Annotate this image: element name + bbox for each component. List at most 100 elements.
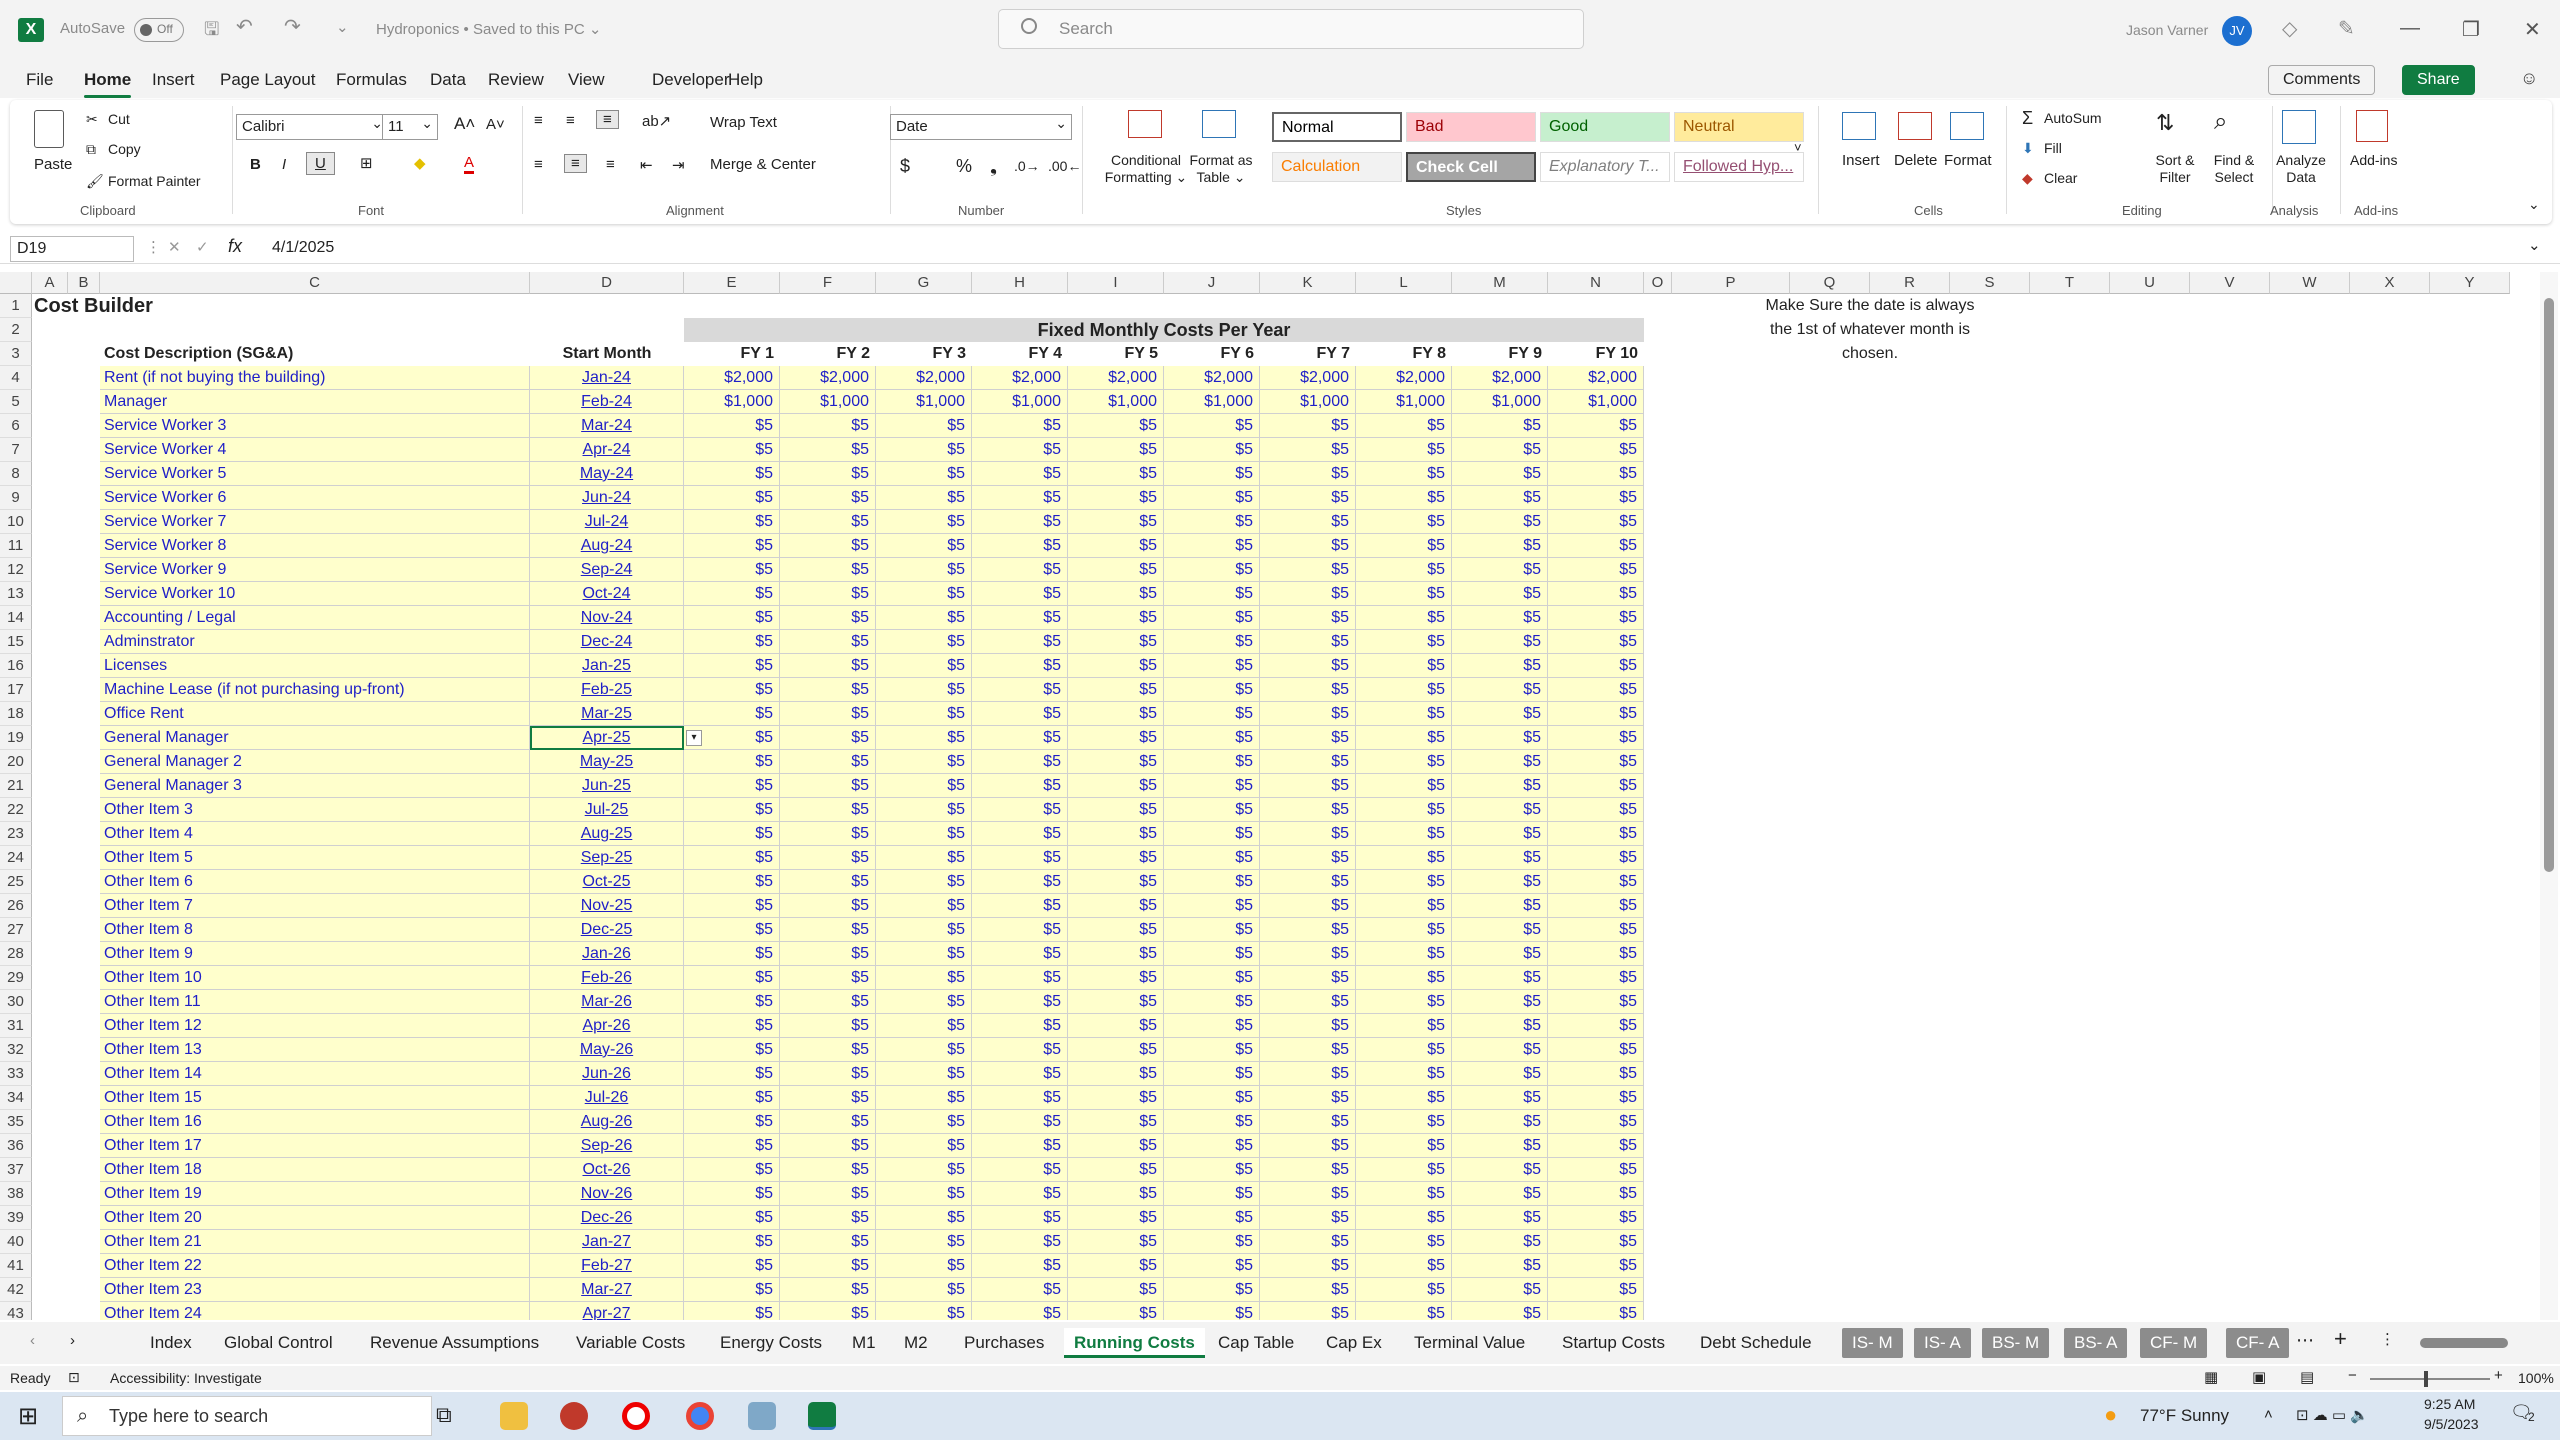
sheet-tab-cf-m[interactable]: CF- M — [2140, 1328, 2208, 1358]
fy-value-cell[interactable]: $5 — [972, 606, 1068, 630]
fy-value-cell[interactable]: $5 — [684, 438, 780, 462]
fy-value-cell[interactable]: $5 — [1356, 1182, 1452, 1206]
undo-icon[interactable]: ↶ — [236, 14, 253, 39]
fy-value-cell[interactable]: $5 — [876, 702, 972, 726]
start-month-cell[interactable]: Dec-24 — [530, 630, 684, 654]
cost-description-cell[interactable]: Other Item 10 — [100, 966, 530, 990]
fy-value-cell[interactable]: $5 — [972, 1182, 1068, 1206]
fill-color-icon[interactable]: ◆ — [414, 154, 426, 172]
fy-value-cell[interactable]: $5 — [1548, 1302, 1644, 1320]
document-title[interactable]: Hydroponics • Saved to this PC ⌄ — [376, 20, 601, 38]
fy-value-cell[interactable]: $2,000 — [1548, 366, 1644, 390]
avatar[interactable]: JV — [2222, 16, 2252, 46]
cost-description-cell[interactable]: Other Item 13 — [100, 1038, 530, 1062]
fy-value-cell[interactable]: $5 — [1452, 918, 1548, 942]
fy-value-cell[interactable]: $5 — [684, 918, 780, 942]
fy-value-cell[interactable]: $5 — [780, 798, 876, 822]
fy-value-cell[interactable]: $5 — [1356, 822, 1452, 846]
row-header-32[interactable]: 32 — [0, 1038, 32, 1062]
row-header-35[interactable]: 35 — [0, 1110, 32, 1134]
fy-value-cell[interactable]: $5 — [876, 918, 972, 942]
fy-value-cell[interactable]: $5 — [1164, 654, 1260, 678]
cost-description-cell[interactable]: Service Worker 6 — [100, 486, 530, 510]
menu-data[interactable]: Data — [430, 70, 466, 90]
fy-value-cell[interactable]: $5 — [1548, 942, 1644, 966]
fy-value-cell[interactable]: $5 — [1164, 1062, 1260, 1086]
fy-value-cell[interactable]: $5 — [1356, 1158, 1452, 1182]
fy-value-cell[interactable]: $5 — [1164, 438, 1260, 462]
italic-icon[interactable]: I — [282, 156, 286, 173]
fy-value-cell[interactable]: $5 — [1452, 678, 1548, 702]
fy-value-cell[interactable]: $5 — [684, 894, 780, 918]
fy-value-cell[interactable]: $5 — [1164, 918, 1260, 942]
fy-value-cell[interactable]: $5 — [1356, 990, 1452, 1014]
fill-button[interactable]: Fill — [2044, 140, 2062, 156]
fy-value-cell[interactable]: $5 — [1260, 798, 1356, 822]
menu-formulas[interactable]: Formulas — [336, 70, 407, 90]
horizontal-scrollbar[interactable] — [2420, 1338, 2508, 1348]
format-as-table-button[interactable]: Format as Table ⌄ — [1186, 152, 1256, 186]
fy-value-cell[interactable]: $5 — [1260, 1182, 1356, 1206]
cost-description-cell[interactable]: Service Worker 7 — [100, 510, 530, 534]
row-header-27[interactable]: 27 — [0, 918, 32, 942]
fy-value-cell[interactable]: $5 — [780, 894, 876, 918]
fy-value-cell[interactable]: $5 — [1260, 774, 1356, 798]
fy-value-cell[interactable]: $5 — [876, 558, 972, 582]
start-month-cell[interactable]: Jan-24 — [530, 366, 684, 390]
fy-value-cell[interactable]: $5 — [1068, 534, 1164, 558]
fy-value-cell[interactable]: $5 — [876, 966, 972, 990]
fy-value-cell[interactable]: $5 — [684, 798, 780, 822]
macro-icon[interactable]: ⊡ — [68, 1369, 80, 1386]
cancel-icon[interactable]: ✕ — [168, 238, 181, 256]
fy-value-cell[interactable]: $5 — [1548, 606, 1644, 630]
fy-value-cell[interactable]: $5 — [1260, 822, 1356, 846]
redo-icon[interactable]: ↷ — [284, 14, 301, 39]
fy-value-cell[interactable]: $5 — [1164, 798, 1260, 822]
cost-description-cell[interactable]: Other Item 8 — [100, 918, 530, 942]
fy-value-cell[interactable]: $5 — [1260, 558, 1356, 582]
fy-value-cell[interactable]: $5 — [1356, 1086, 1452, 1110]
fy-value-cell[interactable]: $2,000 — [1068, 366, 1164, 390]
column-header-V[interactable]: V — [2190, 272, 2270, 294]
cell-style-good[interactable]: Good — [1540, 112, 1670, 142]
sheet-tab-cap-ex[interactable]: Cap Ex — [1316, 1328, 1392, 1358]
fy-value-cell[interactable]: $5 — [1260, 942, 1356, 966]
cost-description-cell[interactable]: Service Worker 8 — [100, 534, 530, 558]
fy-value-cell[interactable]: $5 — [1164, 1302, 1260, 1320]
copy-button[interactable]: Copy — [108, 141, 141, 157]
fy-value-cell[interactable]: $5 — [780, 1062, 876, 1086]
fy-value-cell[interactable]: $5 — [1452, 462, 1548, 486]
autosave-toggle[interactable]: Off — [134, 18, 184, 42]
fy-value-cell[interactable]: $5 — [1356, 414, 1452, 438]
cost-description-cell[interactable]: Service Worker 4 — [100, 438, 530, 462]
fy-value-cell[interactable]: $5 — [876, 1278, 972, 1302]
fy-value-cell[interactable]: $5 — [1452, 1230, 1548, 1254]
fy-value-cell[interactable]: $5 — [1164, 462, 1260, 486]
fy-value-cell[interactable]: $5 — [780, 1206, 876, 1230]
task-view-icon[interactable]: ⧉ — [436, 1402, 452, 1428]
fy-value-cell[interactable]: $5 — [1452, 606, 1548, 630]
fy-value-cell[interactable]: $1,000 — [684, 390, 780, 414]
fy-value-cell[interactable]: $5 — [780, 1134, 876, 1158]
start-month-cell[interactable]: Sep-25 — [530, 846, 684, 870]
fy-value-cell[interactable]: $5 — [1548, 438, 1644, 462]
cost-description-cell[interactable]: General Manager — [100, 726, 530, 750]
fy-value-cell[interactable]: $5 — [684, 750, 780, 774]
fy-value-cell[interactable]: $5 — [876, 1062, 972, 1086]
fy-value-cell[interactable]: $5 — [1548, 414, 1644, 438]
fy-value-cell[interactable]: $5 — [780, 582, 876, 606]
fy-value-cell[interactable]: $5 — [1260, 510, 1356, 534]
sheet-tab-cf-a[interactable]: CF- A — [2226, 1328, 2290, 1358]
fy-value-cell[interactable]: $5 — [684, 1134, 780, 1158]
fy-value-cell[interactable]: $5 — [780, 702, 876, 726]
fy-value-cell[interactable]: $5 — [972, 774, 1068, 798]
row-header-2[interactable]: 2 — [0, 318, 32, 342]
cell-style-followed-hyp-[interactable]: Followed Hyp... — [1674, 152, 1804, 182]
row-header-36[interactable]: 36 — [0, 1134, 32, 1158]
fy-value-cell[interactable]: $5 — [972, 702, 1068, 726]
sheet-tab-revenue-assumptions[interactable]: Revenue Assumptions — [360, 1328, 549, 1358]
fy-value-cell[interactable]: $5 — [876, 822, 972, 846]
fy-value-cell[interactable]: $5 — [876, 870, 972, 894]
align-right-icon[interactable]: ≡ — [606, 156, 615, 173]
fy-value-cell[interactable]: $5 — [1164, 1230, 1260, 1254]
